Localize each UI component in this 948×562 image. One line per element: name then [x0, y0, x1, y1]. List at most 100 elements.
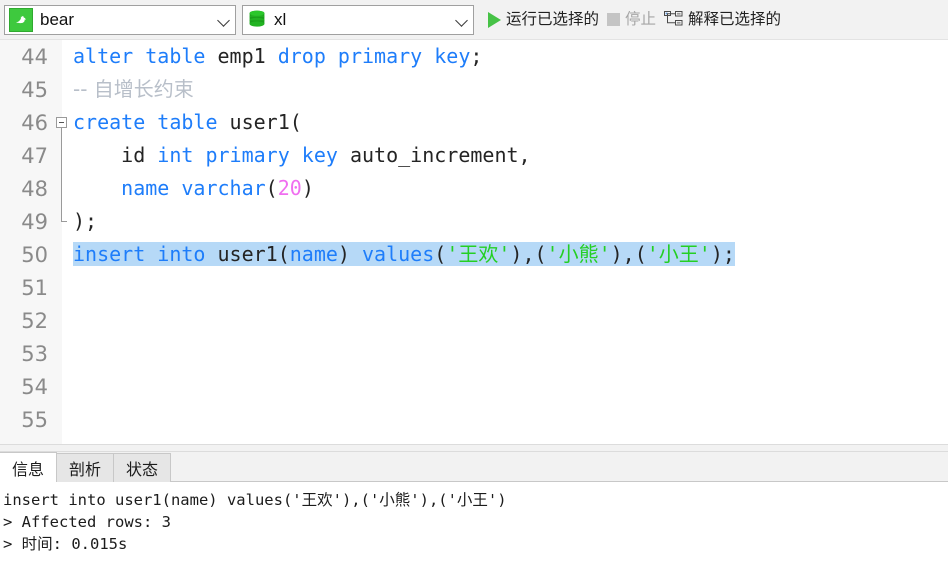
explain-tree-icon [664, 11, 683, 28]
code-token: values [362, 242, 435, 266]
fold-empty [54, 304, 72, 337]
line-number: 55 [21, 407, 48, 432]
line-number: 52 [21, 308, 48, 333]
stop-label: 停止 [625, 10, 657, 28]
code-token: user1( [217, 242, 290, 266]
connection-value: bear [40, 11, 75, 28]
output-line: > Affected rows: 3 [3, 513, 171, 531]
fold-empty [54, 40, 72, 73]
explain-selected-label: 解释已选择的 [688, 10, 782, 28]
line-number: 48 [21, 176, 48, 201]
editor-line[interactable]: 46 create table user1( [0, 106, 948, 161]
code-token: '王欢' [446, 242, 511, 266]
code-token: int primary key [157, 143, 338, 167]
line-number: 54 [21, 374, 48, 399]
code-token: ),( [510, 242, 547, 266]
code-token: create table [73, 110, 230, 134]
mysql-dolphin-icon [9, 7, 33, 32]
line-number: 49 [21, 209, 48, 234]
line-content: insert into user1(name) values('王欢'),('小… [72, 238, 948, 271]
fold-empty [54, 73, 72, 106]
result-tab[interactable]: 剖析 [56, 453, 115, 482]
editor-line[interactable]: 48 name varchar(20) [0, 172, 948, 205]
explain-selected-button[interactable]: 解释已选择的 [660, 5, 785, 35]
code-token: 20 [277, 176, 302, 200]
result-tab-label: 剖析 [69, 462, 102, 479]
fold-empty [54, 403, 72, 436]
editor-code-lines[interactable]: 44 alter table emp1 drop primary key; 45 --… [0, 40, 948, 436]
result-tab-label: 状态 [126, 462, 159, 479]
result-tab[interactable]: 信息 [0, 452, 58, 482]
line-number: 53 [21, 341, 48, 366]
code-token: ); [710, 242, 735, 266]
code-token: ),( [610, 242, 647, 266]
code-token: user1( [229, 110, 302, 134]
database-cylinder-icon [247, 9, 267, 31]
chevron-down-icon[interactable] [455, 13, 469, 27]
code-token: ( [434, 242, 447, 266]
database-selector[interactable]: xl [242, 4, 474, 35]
editor-line[interactable]: 54 [0, 370, 948, 403]
editor-line[interactable]: 51 [0, 271, 948, 304]
panel-splitter[interactable] [0, 444, 948, 452]
line-content: alter table emp1 drop primary key; [72, 40, 948, 73]
fold-empty [54, 238, 72, 271]
fold-empty [54, 271, 72, 304]
database-value: xl [274, 11, 287, 28]
toolbar: bear xl 运行已选择的 停止 解释已选择的 [0, 0, 948, 40]
code-token: ( [265, 176, 278, 200]
output-line: insert into user1(name) values('王欢'),('小… [3, 491, 507, 509]
code-token: ); [73, 209, 98, 233]
connection-selector[interactable]: bear [4, 4, 236, 35]
editor-line[interactable]: 55 [0, 403, 948, 436]
stop-square-icon [607, 13, 621, 26]
line-number: 45 [21, 77, 48, 102]
code-token: '小王' [646, 242, 711, 266]
code-token: auto_increment, [337, 143, 531, 167]
result-tab-label: 信息 [12, 461, 45, 479]
code-token: ; [470, 44, 483, 68]
editor-line[interactable]: 52 [0, 304, 948, 337]
line-number: 44 [21, 44, 48, 69]
line-number: 51 [21, 275, 48, 300]
result-tabbar[interactable]: 信息 剖析 状态 [0, 452, 948, 482]
code-token: alter table [73, 44, 218, 68]
editor-line[interactable]: 47 id int primary key auto_increment, [0, 139, 948, 172]
editor-line[interactable]: 49); [0, 205, 948, 238]
line-content: create table user1( [72, 106, 948, 139]
selected-text: insert into user1(name) values('王欢'),('小… [73, 242, 735, 266]
editor-line[interactable]: 50 insert into user1(name) values('王欢'),(… [0, 238, 948, 271]
code-token: id [73, 143, 158, 167]
line-number: 46 [21, 110, 48, 135]
fold-guide [54, 139, 72, 172]
line-number: 47 [21, 143, 48, 168]
message-output: insert into user1(name) values('王欢'),('小… [0, 482, 948, 562]
code-token: drop primary key [277, 44, 471, 68]
stop-button: 停止 [603, 5, 660, 35]
fold-guide [54, 172, 72, 205]
editor-line[interactable]: 53 [0, 337, 948, 370]
output-line: > 时间: 0.015s [3, 535, 128, 553]
line-content: name varchar(20) [72, 172, 948, 205]
editor-line[interactable]: 45 -- 自增长约束 [0, 73, 948, 106]
sql-editor[interactable]: 44 alter table emp1 drop primary key; 45 --… [0, 40, 948, 444]
result-tab[interactable]: 状态 [113, 453, 172, 482]
fold-empty [54, 370, 72, 403]
code-token: ) [337, 242, 363, 266]
code-token: '小熊' [546, 242, 611, 266]
run-selected-button[interactable]: 运行已选择的 [484, 5, 603, 35]
fold-guide-end [54, 205, 72, 238]
line-content: ); [72, 205, 948, 238]
chevron-down-icon[interactable] [217, 13, 231, 27]
run-selected-label: 运行已选择的 [506, 10, 600, 28]
line-number: 50 [21, 242, 48, 267]
fold-toggle-icon[interactable] [54, 106, 72, 161]
line-content: id int primary key auto_increment, [72, 139, 948, 172]
editor-line[interactable]: 44 alter table emp1 drop primary key; [0, 40, 948, 73]
code-token: -- 自增长约束 [73, 77, 194, 101]
line-content: -- 自增长约束 [72, 73, 948, 106]
code-token: insert into [73, 242, 218, 266]
code-token: name varchar [121, 176, 266, 200]
fold-empty [54, 337, 72, 370]
